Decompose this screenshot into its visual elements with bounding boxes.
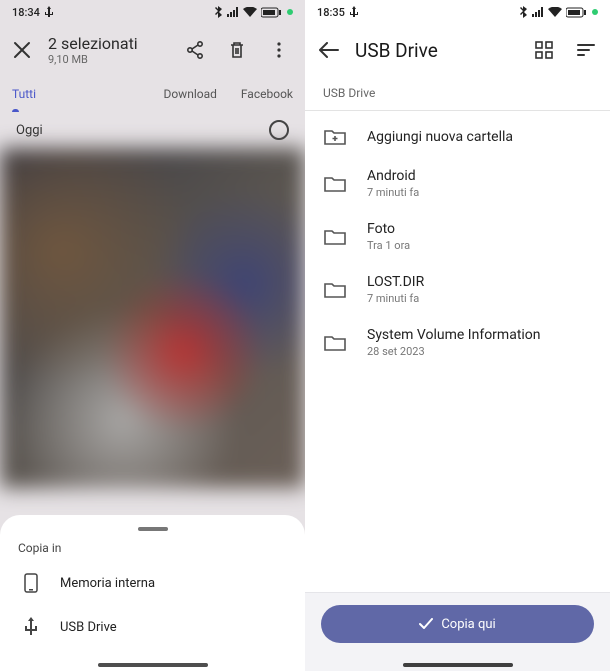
phone-storage-icon	[20, 573, 42, 593]
folder-item[interactable]: LOST.DIR 7 minuti fa	[305, 263, 610, 316]
folder-sub: 7 minuti fa	[367, 186, 419, 199]
usb-status-icon	[44, 6, 54, 18]
selection-subtitle: 9,10 MB	[48, 53, 169, 66]
status-bar: 18:34	[0, 0, 305, 24]
nav-handle[interactable]	[403, 663, 513, 667]
selection-header: 2 selezionati 9,10 MB	[0, 24, 305, 76]
signal-icon	[532, 7, 544, 17]
status-time: 18:35	[317, 6, 345, 19]
bluetooth-icon	[215, 6, 223, 18]
more-icon[interactable]	[267, 38, 291, 62]
new-folder-item[interactable]: Aggiungi nuova cartella	[305, 117, 610, 157]
tabs: Tutti Download Facebook	[0, 76, 305, 112]
folder-icon	[323, 334, 347, 352]
check-icon	[419, 618, 433, 630]
sheet-item-label: Memoria interna	[60, 576, 155, 591]
close-icon[interactable]	[10, 38, 34, 62]
folder-item[interactable]: Android 7 minuti fa	[305, 157, 610, 210]
new-folder-icon	[323, 128, 347, 146]
folder-item[interactable]: Foto Tra 1 ora	[305, 210, 610, 263]
folder-icon	[323, 228, 347, 246]
tab-facebook[interactable]: Facebook	[229, 76, 305, 112]
page-title: USB Drive	[355, 39, 518, 62]
nav-handle[interactable]	[98, 663, 208, 667]
date-label: Oggi	[16, 123, 43, 138]
trash-icon[interactable]	[225, 38, 249, 62]
sort-icon[interactable]	[574, 38, 598, 62]
sheet-item-usb[interactable]: USB Drive	[0, 605, 305, 649]
phone-left: 18:34 2 selezionati 9,	[0, 0, 305, 671]
sheet-item-label: USB Drive	[60, 620, 117, 635]
copy-bar: Copia qui	[305, 592, 610, 671]
status-bar: 18:35	[305, 0, 610, 24]
battery-icon	[261, 7, 281, 18]
sheet-title: Copia in	[0, 541, 305, 561]
folder-icon	[323, 175, 347, 193]
new-folder-label: Aggiungi nuova cartella	[367, 129, 513, 145]
folder-list: Aggiungi nuova cartella Android 7 minuti…	[305, 111, 610, 369]
bottom-sheet: Copia in Memoria interna USB Drive	[0, 515, 305, 671]
copy-here-label: Copia qui	[441, 617, 495, 632]
back-icon[interactable]	[317, 38, 341, 62]
privacy-dot-icon	[287, 9, 293, 15]
folder-name: LOST.DIR	[367, 274, 424, 290]
folder-item[interactable]: System Volume Information 28 set 2023	[305, 316, 610, 369]
select-all-toggle[interactable]	[269, 120, 289, 140]
wifi-icon	[548, 7, 562, 17]
selection-title: 2 selezionati	[48, 34, 169, 53]
folder-name: Foto	[367, 221, 410, 237]
bluetooth-icon	[520, 6, 528, 18]
tab-spacer	[48, 76, 151, 112]
grid-view-icon[interactable]	[532, 38, 556, 62]
status-time: 18:34	[12, 6, 40, 19]
tab-all[interactable]: Tutti	[0, 76, 48, 112]
header: USB Drive	[305, 24, 610, 76]
share-icon[interactable]	[183, 38, 207, 62]
tab-download[interactable]: Download	[151, 76, 228, 112]
folder-icon	[323, 281, 347, 299]
breadcrumb[interactable]: USB Drive	[305, 76, 610, 111]
folder-name: Android	[367, 168, 419, 184]
battery-icon	[566, 7, 586, 18]
folder-sub: 28 set 2023	[367, 345, 541, 358]
usb-icon	[20, 617, 42, 637]
gallery-content	[0, 148, 305, 488]
phone-right: 18:35 USB Drive	[305, 0, 610, 671]
sheet-item-internal[interactable]: Memoria interna	[0, 561, 305, 605]
usb-status-icon	[349, 6, 359, 18]
date-row: Oggi	[0, 112, 305, 148]
copy-here-button[interactable]: Copia qui	[321, 605, 594, 643]
signal-icon	[227, 7, 239, 17]
wifi-icon	[243, 7, 257, 17]
folder-sub: 7 minuti fa	[367, 292, 424, 305]
privacy-dot-icon	[592, 9, 598, 15]
sheet-handle[interactable]	[138, 527, 168, 531]
folder-sub: Tra 1 ora	[367, 239, 410, 252]
folder-name: System Volume Information	[367, 327, 541, 343]
